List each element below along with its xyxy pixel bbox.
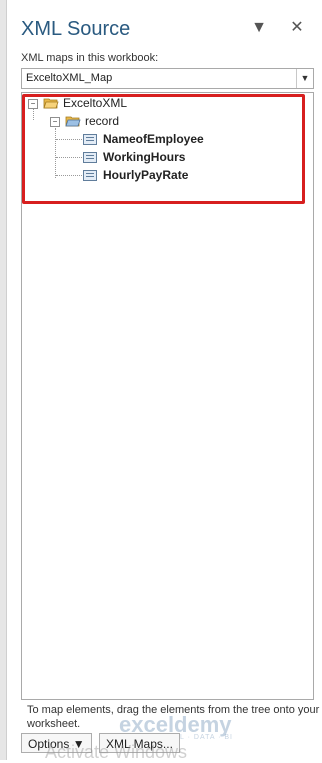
xml-map-selected-value: ExceltoXML_Map <box>26 72 113 84</box>
chevron-down-icon[interactable]: ▼ <box>296 69 313 88</box>
xml-maps-label: XML maps in this workbook: <box>21 52 159 64</box>
pane-title: XML Source <box>21 18 131 40</box>
xml-map-select[interactable]: ExceltoXML_Map ▼ <box>21 68 314 89</box>
pane-options-dropdown-icon[interactable]: ▼ <box>249 18 269 38</box>
worksheet-edge <box>0 0 7 760</box>
close-icon[interactable]: ✕ <box>287 18 307 38</box>
highlight-box <box>22 94 305 204</box>
